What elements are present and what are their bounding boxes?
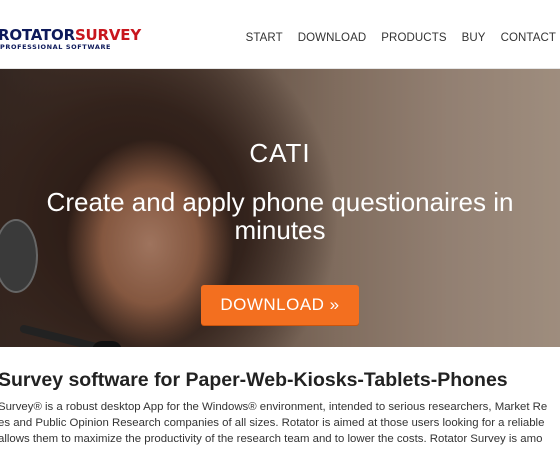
logo-wordmark-part2: SURVEY xyxy=(74,26,142,44)
logo-wordmark-part1: ROTATOR xyxy=(0,26,75,44)
hero-subtitle: Create and apply phone questionaires in … xyxy=(46,187,514,245)
nav-item-products[interactable]: PRODUCTS xyxy=(381,32,446,44)
logo-tagline: PROFESSIONAL SOFTWARE xyxy=(0,43,112,51)
rotator-survey-logo[interactable]: ROTATORSURVEY PROFESSIONAL SOFTWARE xyxy=(0,28,141,52)
intro-line: Survey® is a robust desktop App for the … xyxy=(0,401,548,413)
nav-item-buy[interactable]: BUY xyxy=(462,32,486,44)
intro-paragraph: Survey® is a robust desktop App for the … xyxy=(0,399,560,447)
nav-item-download[interactable]: DOWNLOAD xyxy=(298,32,367,44)
hero-title: CATI xyxy=(249,138,311,168)
intro-line: allows them to maximize the productivity… xyxy=(0,433,543,445)
section-heading: Survey software for Paper-Web-Kiosks-Tab… xyxy=(0,369,508,391)
site-header: ROTATORSURVEY PROFESSIONAL SOFTWARE STAR… xyxy=(0,0,560,69)
main-nav: START DOWNLOAD PRODUCTS BUY CONTACT xyxy=(246,32,556,44)
nav-item-start[interactable]: START xyxy=(246,32,283,44)
nav-item-contact[interactable]: CONTACT xyxy=(501,32,556,44)
download-button[interactable]: DOWNLOAD » xyxy=(201,285,359,325)
intro-line: es and Public Opinion Research companies… xyxy=(0,417,545,429)
intro-section: Survey software for Paper-Web-Kiosks-Tab… xyxy=(0,347,560,450)
logo-wordmark: ROTATORSURVEY xyxy=(0,28,141,43)
hero-banner: CATI Create and apply phone questionaire… xyxy=(0,69,560,347)
